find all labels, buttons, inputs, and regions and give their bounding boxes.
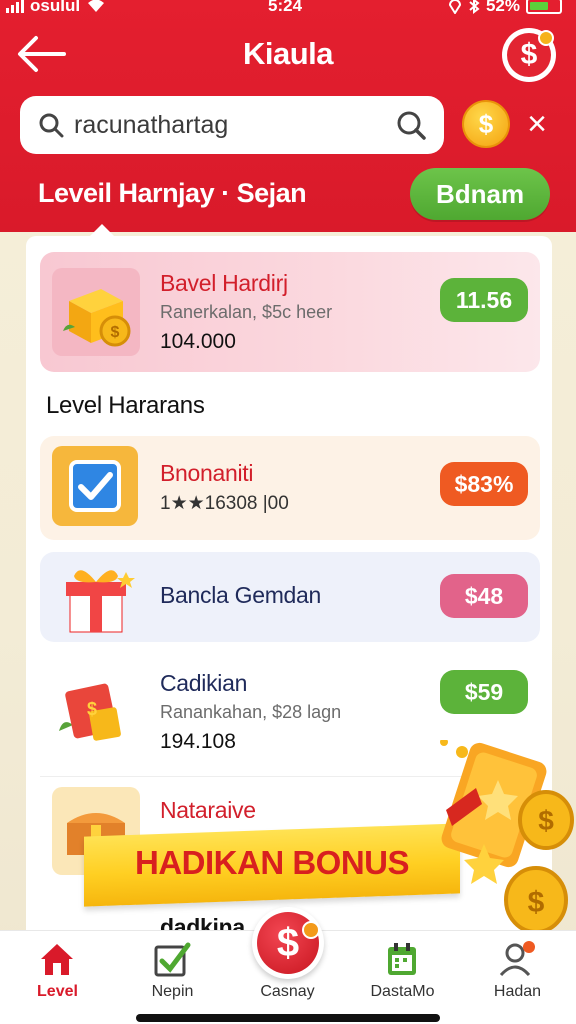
signal-icon (6, 0, 24, 13)
nav-label: Hadan (493, 983, 542, 1000)
search-bar (20, 96, 444, 154)
location-icon (448, 0, 461, 14)
wallet-coin-button[interactable]: $ (502, 28, 556, 82)
gift-icon (52, 554, 140, 642)
svg-text:$: $ (528, 886, 545, 919)
nav-item-nepin[interactable]: Nepin (115, 931, 230, 1011)
list-item[interactable]: $ Bavel Hardirj Ranerkalan, $5c heer 104… (40, 252, 540, 372)
wifi-icon (88, 0, 105, 12)
battery-icon (526, 0, 562, 14)
dollar-icon: $ (478, 108, 494, 139)
search-icon (39, 113, 64, 138)
list-item[interactable]: Bancla Gemdan $48 (40, 552, 540, 642)
item-amount: 194.108 (160, 730, 236, 753)
list-item[interactable]: Bnonaniti 1★★16308 |00 $83% (40, 436, 540, 540)
nav-item-hadan[interactable]: Hadan (460, 931, 575, 1011)
bonus-banner-text: HADIKAN BONUS (135, 844, 409, 881)
item-subtitle: Ranerkalan, $5c heer (160, 302, 333, 322)
header-action-button[interactable]: Bdnam (410, 168, 550, 220)
app-header: osuƖuƖ 5:24 52% Kiaula $ $ (0, 0, 576, 232)
item-price-pill[interactable]: $59 (440, 670, 528, 714)
nav-item-dastamo[interactable]: DastaMo (345, 931, 460, 1011)
bottom-nav: Level Nepin $ Casnay DastaMo Hadan (0, 907, 576, 1024)
item-title: Cadikian (160, 670, 248, 696)
clock: 5:24 (268, 0, 303, 15)
item-subtitle: Ranankahan, $28 lagn (160, 702, 342, 722)
nav-label: DastaMo (370, 983, 435, 1000)
item-title: Bnonaniti (160, 460, 254, 486)
search-input[interactable] (74, 110, 396, 140)
search-submit-icon[interactable] (396, 110, 426, 140)
item-title: Nataraive (160, 797, 256, 823)
bluetooth-icon (469, 0, 480, 14)
checkbox-icon (52, 446, 138, 526)
section-title: Level Hararans (46, 392, 205, 419)
item-price-pill[interactable]: 11.56 (440, 278, 528, 322)
notification-dot (538, 30, 554, 46)
nav-item-level[interactable]: Level (0, 931, 115, 1011)
svg-text:$: $ (111, 324, 120, 341)
coupon-icon: $ (52, 668, 140, 756)
gift-box-icon: $ (52, 268, 140, 356)
status-bar: osuƖuƖ 5:24 52% (0, 0, 576, 18)
item-subtitle: 1★★16308 |00 (160, 493, 289, 514)
nav-item-casnay[interactable]: $ Casnay (230, 907, 345, 1011)
item-price-pill[interactable]: $83% (440, 462, 528, 506)
item-amount: 104.000 (160, 330, 236, 353)
calendar-icon (388, 943, 416, 975)
nav-label: Casnay (260, 983, 315, 1000)
svg-text:$: $ (538, 805, 554, 836)
carrier-label: osuƖuƖ (30, 0, 81, 15)
nav-label: Nepin (151, 983, 194, 1000)
home-indicator (136, 1014, 440, 1022)
close-button[interactable]: × (522, 106, 552, 142)
svg-text:$: $ (87, 699, 97, 719)
home-icon (41, 944, 73, 975)
bonus-banner[interactable]: HADIKAN BONUS (84, 823, 460, 907)
item-title: Bavel Hardirj (160, 270, 288, 296)
nav-label: Level (37, 983, 78, 1000)
dollar-coin-icon: $ (252, 907, 324, 979)
close-icon: × (527, 105, 547, 143)
level-subtitle: Leveil Harnjay · Sejan (38, 178, 307, 208)
battery-percent: 52% (485, 0, 520, 15)
item-title: Bancla Gemdan (160, 582, 322, 608)
checkbox-icon (154, 942, 191, 977)
page-title: Kiaula (242, 36, 334, 71)
coin-button[interactable]: $ (462, 100, 510, 148)
bonus-coins-icon: $ $ (440, 740, 574, 934)
item-price-pill[interactable]: $48 (440, 574, 528, 618)
profile-icon (499, 941, 535, 977)
